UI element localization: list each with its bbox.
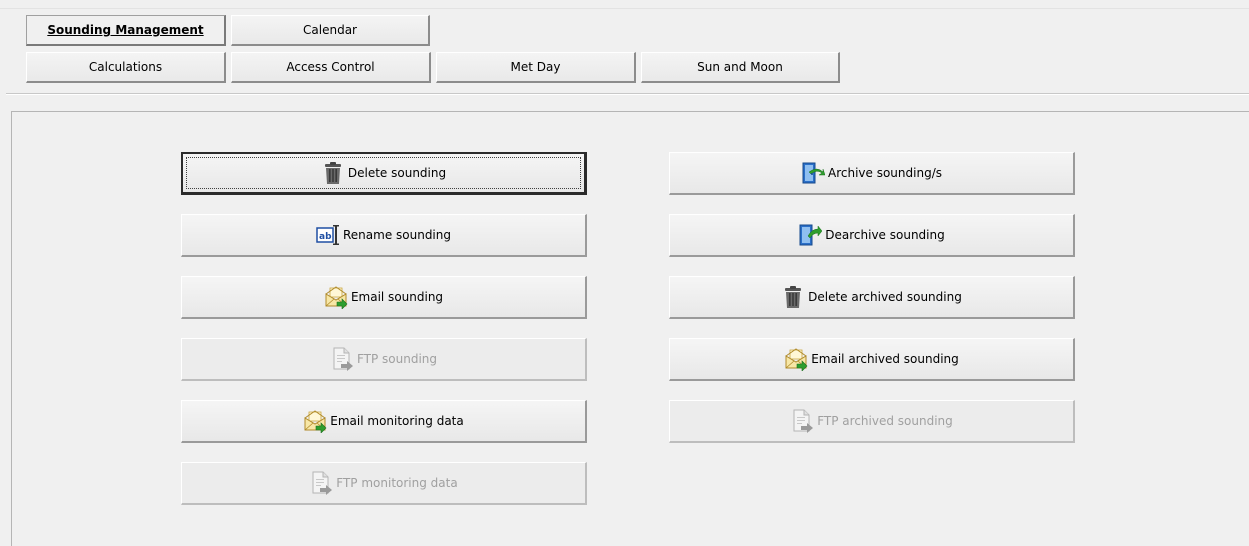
ftp-sounding-button[interactable]: FTP sounding xyxy=(181,338,587,381)
rename-sounding-button[interactable]: Rename sounding xyxy=(181,214,587,257)
rename-sounding-label: Rename sounding xyxy=(342,228,451,242)
ftp-monitoring-data-label: FTP monitoring data xyxy=(336,476,458,490)
email-archived-sounding-label: Email archived sounding xyxy=(811,352,959,366)
email-icon xyxy=(324,285,348,309)
delete-sounding-button[interactable]: Delete sounding xyxy=(181,152,587,195)
email-monitoring-data-button[interactable]: Email monitoring data xyxy=(181,400,587,443)
tab-divider xyxy=(6,93,1249,95)
ftp-archived-sounding-button[interactable]: FTP archived sounding xyxy=(669,400,1075,443)
email-archived-sounding-button[interactable]: Email archived sounding xyxy=(669,338,1075,381)
rename-icon xyxy=(316,223,340,247)
ftp-monitoring-data-button[interactable]: FTP monitoring data xyxy=(181,462,587,505)
archive-icon xyxy=(801,161,825,185)
ftp-archived-sounding-label: FTP archived sounding xyxy=(817,414,953,428)
archive-soundings-label: Archive sounding/s xyxy=(828,166,942,180)
dearchive-icon xyxy=(798,223,822,247)
window-top-strip xyxy=(0,0,1249,9)
delete-sounding-label: Delete sounding xyxy=(347,166,447,180)
dearchive-sounding-button[interactable]: Dearchive sounding xyxy=(669,214,1075,257)
ftp-document-icon xyxy=(309,471,333,495)
dearchive-sounding-label: Dearchive sounding xyxy=(825,228,945,242)
delete-archived-sounding-label: Delete archived sounding xyxy=(808,290,962,304)
email-icon xyxy=(784,347,808,371)
ftp-document-icon xyxy=(790,409,814,433)
tab-sun-and-moon[interactable]: Sun and Moon xyxy=(641,52,840,83)
trash-icon xyxy=(781,285,805,309)
ftp-sounding-label: FTP sounding xyxy=(356,352,438,366)
tab-met-day[interactable]: Met Day xyxy=(436,52,636,83)
tab-calendar[interactable]: Calendar xyxy=(231,15,430,46)
archive-soundings-button[interactable]: Archive sounding/s xyxy=(669,152,1075,195)
delete-archived-sounding-button[interactable]: Delete archived sounding xyxy=(669,276,1075,319)
tab-access-control[interactable]: Access Control xyxy=(231,52,431,83)
trash-icon xyxy=(321,161,345,185)
tab-calculations[interactable]: Calculations xyxy=(26,52,226,83)
email-sounding-label: Email sounding xyxy=(350,290,444,304)
ftp-document-icon xyxy=(330,347,354,371)
tab-sounding-management[interactable]: Sounding Management xyxy=(26,15,226,46)
email-icon xyxy=(303,409,327,433)
email-sounding-button[interactable]: Email sounding xyxy=(181,276,587,319)
email-monitoring-data-label: Email monitoring data xyxy=(330,414,464,428)
